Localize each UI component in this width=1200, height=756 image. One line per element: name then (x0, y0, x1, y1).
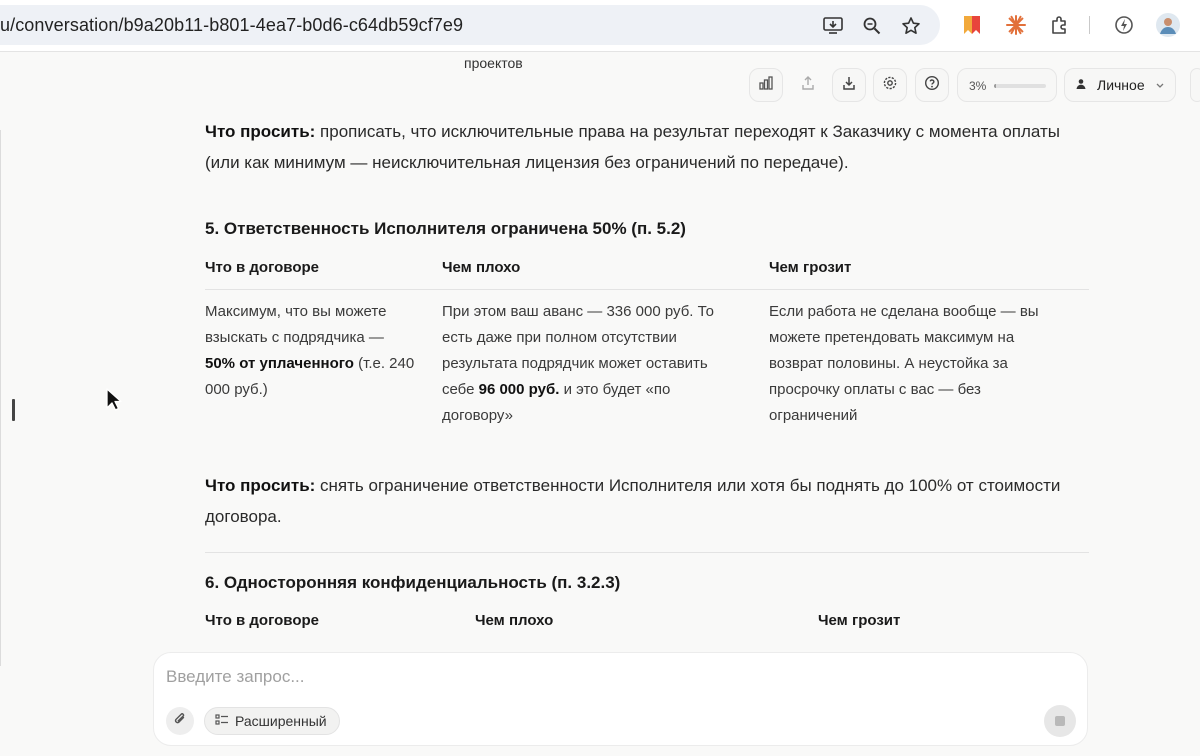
usage-percent: 3% (969, 79, 987, 93)
table-cell-contract: Максимум, что вы можете взыскать с подря… (205, 299, 415, 403)
ask-label: Что просить: (205, 476, 316, 495)
help-icon (924, 75, 940, 96)
browser-chrome: u/conversation/b9a20b11-b801-4ea7-b0d6-c… (0, 0, 1200, 52)
mode-label: Расширенный (235, 713, 327, 729)
puzzle-extensions-icon[interactable] (1048, 13, 1072, 37)
cell-bold: 50% от уплаченного (205, 355, 354, 372)
section-divider (205, 552, 1089, 553)
usage-progress-fill (994, 84, 996, 88)
col-header-risk: Чем грозит (818, 612, 901, 629)
table-cell-risk: Если работа не сделана вообще — вы может… (769, 303, 1039, 424)
cell-text: Максимум, что вы можете взыскать с подря… (205, 303, 387, 346)
prompt-input[interactable] (166, 667, 866, 687)
table-header-divider (205, 289, 1089, 290)
settings-icon (882, 75, 898, 96)
usage-indicator[interactable]: 3% (957, 68, 1057, 102)
stats-icon (758, 75, 774, 96)
stop-icon (1055, 716, 1065, 726)
usage-progress-bar (994, 84, 1046, 88)
zoom-icon[interactable] (861, 15, 883, 37)
stats-button[interactable] (749, 68, 783, 102)
col-header-contract: Что в договоре (205, 612, 319, 629)
refresh-bolt-icon[interactable] (1112, 13, 1136, 37)
col-header-contract: Что в договоре (205, 259, 319, 276)
message-composer: Расширенный (153, 652, 1088, 746)
chevron-down-icon (1155, 77, 1165, 93)
ask-label: Что просить: (205, 122, 316, 141)
profile-avatar-icon[interactable] (1156, 13, 1180, 37)
user-icon (1075, 77, 1087, 93)
col-header-risk: Чем грозит (769, 259, 852, 276)
download-button[interactable] (832, 68, 866, 102)
section-6-title: 6. Односторонняя конфиденциальность (п. … (205, 573, 621, 592)
share-button[interactable] (791, 68, 825, 102)
sidebar-resize-handle[interactable] (12, 399, 15, 421)
table-cell-problem: При этом ваш аванс — 336 000 руб. То ест… (442, 299, 740, 429)
settings-button[interactable] (873, 68, 907, 102)
paperclip-icon (172, 711, 188, 732)
intro-paragraph: Что просить: прописать, что исключительн… (205, 116, 1089, 178)
profile-selector[interactable]: Личное (1064, 68, 1176, 102)
sparkle-extension-icon[interactable] (1004, 13, 1028, 37)
share-icon (800, 75, 816, 96)
section-5-title: 5. Ответственность Исполнителя ограничен… (205, 219, 686, 238)
sidebar-edge (0, 130, 1, 666)
col-header-problem: Чем плохо (442, 259, 521, 276)
mode-advanced-button[interactable]: Расширенный (204, 707, 340, 735)
help-button[interactable] (915, 68, 949, 102)
toolbar-separator (1089, 16, 1090, 34)
projects-label: проектов (464, 55, 523, 71)
cell-bold: 96 000 руб. (478, 381, 560, 398)
ask-text: снять ограничение ответственности Исполн… (205, 476, 1061, 526)
attach-button[interactable] (166, 707, 194, 735)
list-settings-icon (215, 713, 229, 730)
overflow-button[interactable] (1190, 68, 1200, 102)
bookmark-star-icon[interactable] (900, 15, 922, 37)
download-icon (841, 75, 857, 96)
section-5-ask: Что просить: снять ограничение ответстве… (205, 470, 1089, 532)
profile-label: Личное (1097, 77, 1145, 93)
url-text[interactable]: u/conversation/b9a20b11-b801-4ea7-b0d6-c… (0, 15, 463, 36)
bookmark-flag-icon[interactable] (960, 13, 984, 37)
mouse-cursor-icon (106, 388, 122, 417)
ask-text: прописать, что исключительные права на р… (205, 122, 1061, 172)
stop-button[interactable] (1044, 705, 1076, 737)
col-header-problem: Чем плохо (475, 612, 554, 629)
install-app-icon[interactable] (822, 15, 844, 37)
address-bar[interactable]: u/conversation/b9a20b11-b801-4ea7-b0d6-c… (0, 5, 940, 45)
